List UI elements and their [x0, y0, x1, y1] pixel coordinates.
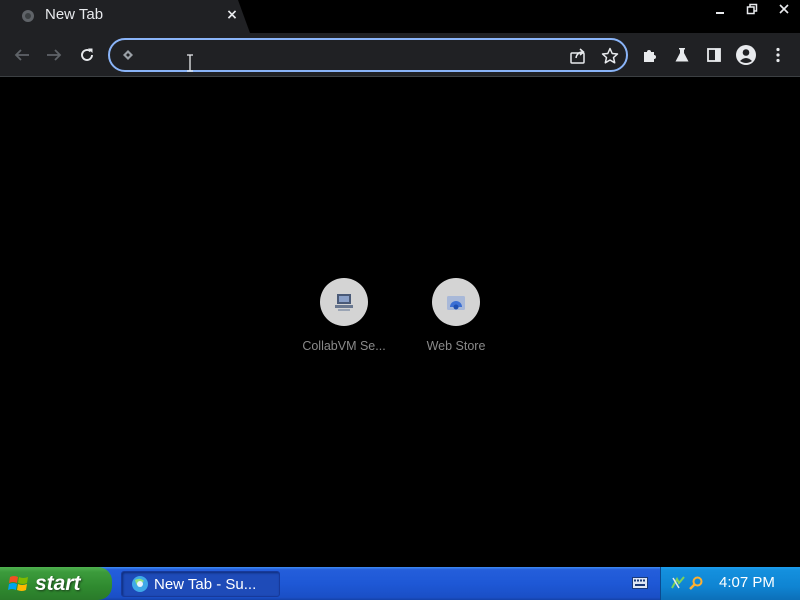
menu-icon: [776, 47, 780, 63]
shortcut-collabvm[interactable]: CollabVM Se...: [288, 276, 400, 366]
clock: 4:07 PM: [719, 574, 775, 591]
share-icon[interactable]: [568, 46, 588, 66]
profile-icon: [736, 45, 756, 65]
labs-button[interactable]: [670, 43, 694, 67]
menu-button[interactable]: [766, 43, 790, 67]
restore-icon: [746, 3, 758, 15]
site-info-icon: [123, 50, 133, 60]
web-store-icon: [447, 296, 465, 310]
arrow-left-icon: [14, 49, 29, 61]
shortcut-icon-circle: [320, 278, 368, 326]
start-label: start: [35, 571, 81, 595]
extensions-button[interactable]: [638, 43, 662, 67]
taskbar: start New Tab - Su... 4:07 PM: [0, 567, 800, 600]
reload-icon: [81, 48, 93, 61]
close-window-button[interactable]: [768, 0, 800, 18]
new-tab-page: CollabVM Se... Web Store: [0, 78, 800, 567]
system-tray: 4:07 PM: [660, 567, 800, 600]
page-icon: [22, 10, 34, 22]
reload-button[interactable]: [75, 43, 99, 67]
tab-strip: New Tab ×: [0, 0, 800, 33]
minimize-icon: [716, 12, 724, 14]
browser-toolbar: [0, 33, 800, 77]
side-panel-icon: [707, 48, 721, 62]
address-input[interactable]: [144, 45, 564, 65]
window-controls: [704, 0, 800, 18]
star-icon[interactable]: [600, 46, 620, 66]
taskbar-item-label: New Tab - Su...: [154, 575, 257, 593]
text-cursor-icon: [187, 54, 193, 72]
back-button[interactable]: [10, 43, 34, 67]
network-icon[interactable]: [670, 575, 686, 591]
tab-close-button[interactable]: ×: [224, 6, 240, 24]
shortcut-label: Web Store: [426, 339, 486, 353]
shortcut-icon-circle: [432, 278, 480, 326]
arrow-right-icon: [47, 49, 62, 61]
taskbar-item-new-tab[interactable]: New Tab - Su...: [121, 571, 280, 597]
search-icon[interactable]: [688, 575, 704, 591]
side-panel-button[interactable]: [702, 43, 726, 67]
keyboard-icon[interactable]: [632, 577, 648, 589]
puzzle-icon: [644, 50, 656, 62]
shortcut-web-store[interactable]: Web Store: [400, 276, 512, 366]
tab-title: New Tab: [45, 6, 104, 23]
browser-icon: [132, 576, 148, 592]
flask-icon: [675, 48, 689, 62]
collabvm-icon: [335, 294, 353, 311]
profile-button[interactable]: [734, 43, 758, 67]
forward-button[interactable]: [42, 43, 66, 67]
tab-new-tab[interactable]: New Tab ×: [0, 0, 250, 33]
start-button[interactable]: start: [0, 567, 112, 600]
minimize-button[interactable]: [704, 0, 736, 18]
close-icon: [779, 4, 789, 14]
windows-logo-icon: [8, 575, 28, 591]
shortcut-label: CollabVM Se...: [302, 339, 386, 353]
restore-button[interactable]: [736, 0, 768, 18]
